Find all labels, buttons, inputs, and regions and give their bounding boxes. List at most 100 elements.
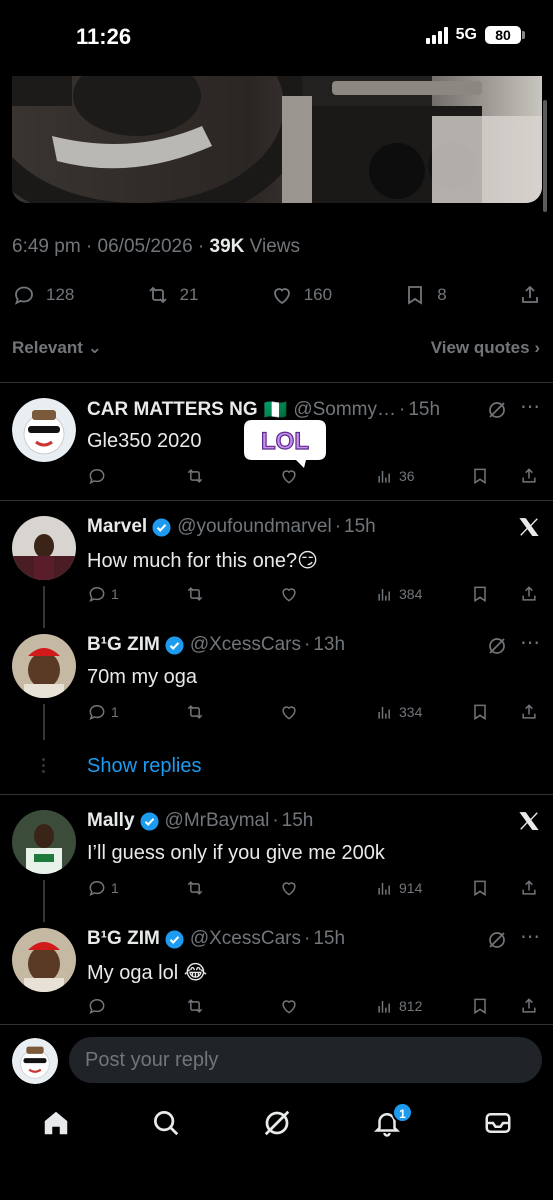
share-button[interactable] <box>519 702 539 722</box>
thread-dots <box>42 758 46 776</box>
show-replies-link[interactable]: Show replies <box>87 755 202 778</box>
avatar[interactable] <box>12 928 76 992</box>
display-name[interactable]: B¹G ZIM <box>87 634 160 656</box>
reply-button[interactable] <box>87 466 107 486</box>
share-button[interactable] <box>519 996 539 1016</box>
avatar[interactable] <box>12 516 76 580</box>
sort-dropdown[interactable]: Relevant ⌄ <box>12 338 102 358</box>
reply-actions: 1 914 <box>87 878 542 902</box>
like-button[interactable] <box>279 878 299 898</box>
share-icon <box>522 468 536 483</box>
tab-search[interactable] <box>151 1108 181 1138</box>
handle[interactable]: @youfoundmarvel <box>177 516 331 538</box>
bookmark-icon <box>408 286 423 305</box>
bookmark-icon <box>474 704 486 721</box>
bookmark-button[interactable] <box>470 878 490 898</box>
reply-button[interactable]: 128 <box>12 283 74 307</box>
verified-badge-icon <box>165 635 184 655</box>
battery-icon: 80 <box>485 26 525 44</box>
views-button[interactable]: 334 <box>375 702 422 722</box>
reply-text: I’ll guess only if you give me 200k <box>87 842 385 864</box>
bookmark-button[interactable] <box>470 996 490 1016</box>
more-options-icon[interactable]: ⋯ <box>520 630 540 655</box>
display-name[interactable]: Marvel <box>87 516 147 538</box>
reply-header: Marvel @youfoundmarvel · 15h <box>87 516 527 538</box>
repost-button[interactable] <box>185 584 205 604</box>
my-avatar[interactable] <box>12 1038 58 1084</box>
x-logo-icon[interactable] <box>518 516 540 538</box>
bottom-tab-bar: 1 <box>0 1098 553 1200</box>
repost-button[interactable]: 21 <box>146 283 199 307</box>
reply-icon <box>14 286 33 305</box>
avatar[interactable] <box>12 398 76 462</box>
views-count: 334 <box>399 704 423 720</box>
bookmark-icon <box>474 586 486 603</box>
like-button[interactable] <box>279 996 299 1016</box>
separator: · <box>303 634 311 655</box>
share-button[interactable] <box>519 584 539 604</box>
repost-icon <box>187 881 203 895</box>
scrollbar[interactable] <box>543 100 547 212</box>
handle[interactable]: @XcessCars <box>190 634 301 656</box>
tweet-media-image[interactable] <box>12 76 542 203</box>
reply-button[interactable]: 1 <box>87 584 119 604</box>
display-name[interactable]: B¹G ZIM <box>87 928 160 950</box>
share-button[interactable] <box>519 466 539 486</box>
view-quotes-link[interactable]: View quotes › <box>431 338 540 358</box>
x-logo-icon[interactable] <box>518 810 540 832</box>
tab-messages[interactable] <box>483 1108 513 1138</box>
status-indicators: 5G 80 <box>425 26 525 44</box>
reply-button[interactable]: 1 <box>87 702 119 722</box>
handle[interactable]: @MrBaymal <box>165 810 270 832</box>
views-icon <box>378 1001 390 1013</box>
grok-icon[interactable] <box>487 636 507 656</box>
views-button[interactable]: 914 <box>375 878 422 898</box>
bookmark-button[interactable] <box>470 584 490 604</box>
handle[interactable]: @XcessCars <box>190 928 301 950</box>
battery-level: 80 <box>485 26 521 44</box>
reply-text: Gle350 2020 <box>87 430 202 452</box>
views-button[interactable]: 812 <box>375 996 422 1016</box>
share-icon <box>522 998 536 1013</box>
reply-input[interactable] <box>69 1037 542 1083</box>
repost-icon <box>148 286 167 304</box>
bookmark-button[interactable]: 8 <box>403 283 447 307</box>
repost-button[interactable] <box>185 702 205 722</box>
reply-button[interactable] <box>87 996 107 1016</box>
tab-grok[interactable] <box>262 1108 292 1138</box>
share-icon <box>522 880 536 895</box>
search-icon <box>154 1111 179 1136</box>
repost-button[interactable] <box>185 996 205 1016</box>
like-button[interactable]: 160 <box>270 283 332 307</box>
reply-header: B¹G ZIM @XcessCars · 15h <box>87 928 527 950</box>
like-button[interactable] <box>279 584 299 604</box>
views-button[interactable]: 384 <box>375 584 422 604</box>
like-button[interactable] <box>279 702 299 722</box>
separator: · <box>303 928 311 949</box>
share-button[interactable] <box>519 878 539 898</box>
tab-home[interactable] <box>41 1108 71 1138</box>
views-button[interactable]: 36 <box>375 466 415 486</box>
more-options-icon[interactable]: ⋯ <box>520 924 540 949</box>
bookmark-button[interactable] <box>470 466 490 486</box>
display-name[interactable]: CAR MATTERS NG <box>87 399 258 421</box>
avatar[interactable] <box>12 810 76 874</box>
reply-count: 1 <box>111 880 119 896</box>
avatar[interactable] <box>12 634 76 698</box>
views-count: 39K <box>209 236 245 257</box>
repost-button[interactable] <box>185 878 205 898</box>
bookmark-button[interactable] <box>470 702 490 722</box>
divider <box>0 794 553 795</box>
share-button[interactable] <box>518 283 542 307</box>
thread-line <box>43 704 45 740</box>
grok-icon[interactable] <box>487 930 507 950</box>
post-time: 15h <box>344 516 376 537</box>
reply-button[interactable]: 1 <box>87 878 119 898</box>
grok-icon <box>264 1110 290 1136</box>
display-name[interactable]: Mally <box>87 810 135 832</box>
repost-button[interactable] <box>185 466 205 486</box>
heart-icon <box>282 706 296 720</box>
more-options-icon[interactable]: ⋯ <box>520 394 540 419</box>
grok-icon[interactable] <box>487 400 507 420</box>
divider <box>0 1024 553 1025</box>
